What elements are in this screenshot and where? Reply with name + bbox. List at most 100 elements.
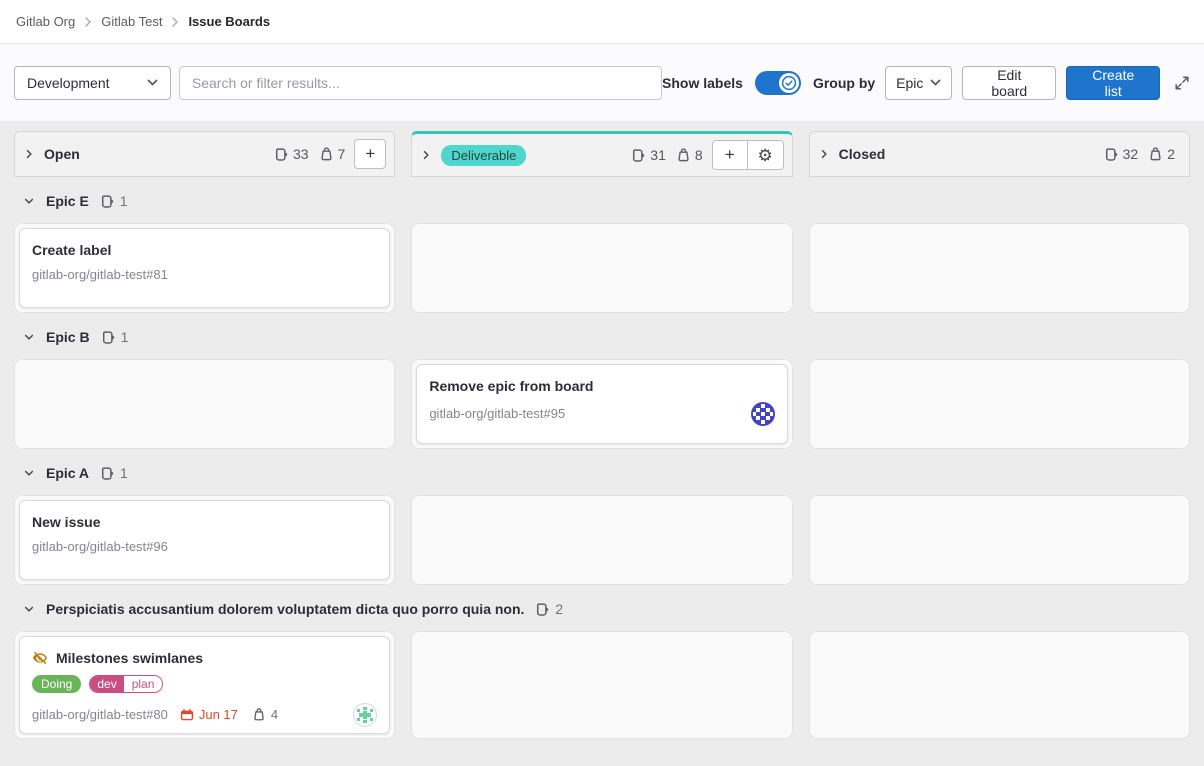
chevron-down-icon bbox=[147, 79, 158, 86]
swimlane-title: Epic A bbox=[46, 465, 89, 481]
swimlane-header: Epic B 1 bbox=[14, 313, 1190, 359]
issue-title: Remove epic from board bbox=[429, 376, 774, 396]
add-issue-button[interactable]: + bbox=[712, 140, 748, 170]
board-cell-empty bbox=[411, 495, 792, 585]
count-value: 2 bbox=[555, 601, 563, 617]
issue-footer: gitlab-org/gitlab-test#96 bbox=[32, 538, 377, 556]
column-counts: 31 8 bbox=[631, 147, 702, 163]
scoped-label-key: dev bbox=[90, 676, 123, 692]
swimlane-epic-a: Epic A 1 New issue gitlab-org/gitlab-tes… bbox=[14, 449, 1190, 585]
weight-icon bbox=[252, 708, 266, 722]
issue-footer: gitlab-org/gitlab-test#95 bbox=[429, 402, 774, 426]
board-cell: Create label gitlab-org/gitlab-test#81 bbox=[14, 223, 395, 313]
weight-value: 4 bbox=[271, 706, 278, 724]
list-settings-button[interactable]: ⚙ bbox=[748, 140, 784, 170]
board-select[interactable]: Development bbox=[14, 66, 171, 100]
breadcrumb: Gitlab Org Gitlab Test Issue Boards bbox=[0, 0, 1204, 44]
breadcrumb-item-gitlab-test[interactable]: Gitlab Test bbox=[101, 14, 162, 29]
swimlane-epic-e: Epic E 1 Create label gitlab-org/gitlab-… bbox=[14, 177, 1190, 313]
issue-title: Milestones swimlanes bbox=[56, 648, 203, 668]
column-counts: 33 7 bbox=[274, 146, 345, 162]
board-cell: New issue gitlab-org/gitlab-test#96 bbox=[14, 495, 395, 585]
count-value: 1 bbox=[120, 193, 128, 209]
search-input[interactable] bbox=[179, 66, 662, 100]
create-list-button[interactable]: Create list bbox=[1066, 66, 1160, 100]
swimlane-issue-count: 1 bbox=[100, 193, 128, 209]
issue-card[interactable]: New issue gitlab-org/gitlab-test#96 bbox=[19, 500, 390, 580]
issue-title: Create label bbox=[32, 240, 377, 260]
issue-title: New issue bbox=[32, 512, 377, 532]
board-cell-empty bbox=[809, 495, 1190, 585]
list-actions: + ⚙ bbox=[712, 140, 784, 170]
swimlane-row: Create label gitlab-org/gitlab-test#81 bbox=[14, 223, 1190, 313]
issue-card[interactable]: Milestones swimlanes Doing dev plan gitl… bbox=[19, 636, 390, 734]
edit-board-button[interactable]: Edit board bbox=[962, 66, 1056, 100]
assignee-avatar bbox=[751, 402, 775, 426]
issue-reference: gitlab-org/gitlab-test#80 bbox=[32, 706, 168, 724]
swimlane-header: Epic E 1 bbox=[14, 177, 1190, 223]
chevron-right-icon[interactable] bbox=[420, 148, 432, 162]
chevron-right-icon bbox=[171, 17, 179, 27]
gear-icon: ⚙ bbox=[758, 147, 773, 164]
issues-icon bbox=[1104, 147, 1119, 162]
calendar-overdue-icon bbox=[180, 708, 194, 722]
board-cell-empty bbox=[411, 223, 792, 313]
swimlane-epic-b: Epic B 1 Remove epic from board gitlab-o… bbox=[14, 313, 1190, 449]
issue-board: Open 33 7 + Deliverable bbox=[0, 121, 1204, 766]
board-cell-empty bbox=[809, 631, 1190, 739]
assignee-avatar bbox=[353, 703, 377, 727]
due-date: Jun 17 bbox=[180, 706, 238, 724]
swimlane-title: Epic B bbox=[46, 329, 90, 345]
chevron-down-icon[interactable] bbox=[22, 467, 36, 479]
chevron-down-icon[interactable] bbox=[22, 195, 36, 207]
issue-weight: 4 bbox=[252, 706, 278, 724]
issue-reference: gitlab-org/gitlab-test#81 bbox=[32, 266, 168, 284]
chevron-right-icon[interactable] bbox=[23, 147, 35, 161]
weight-count: 7 bbox=[338, 146, 346, 162]
weight-count: 2 bbox=[1167, 146, 1175, 162]
issue-card[interactable]: Remove epic from board gitlab-org/gitlab… bbox=[416, 364, 787, 444]
column-header-closed: Closed 32 2 bbox=[809, 131, 1190, 177]
board-cell: Remove epic from board gitlab-org/gitlab… bbox=[411, 359, 792, 449]
column-title: Open bbox=[44, 146, 80, 162]
issue-reference: gitlab-org/gitlab-test#95 bbox=[429, 405, 565, 423]
issue-card[interactable]: Create label gitlab-org/gitlab-test#81 bbox=[19, 228, 390, 308]
board-select-value: Development bbox=[27, 75, 110, 91]
add-issue-button[interactable]: + bbox=[354, 139, 386, 169]
board-cell-empty bbox=[411, 631, 792, 739]
group-by-label: Group by bbox=[813, 75, 875, 91]
swimlane-row: Remove epic from board gitlab-org/gitlab… bbox=[14, 359, 1190, 449]
chevron-down-icon[interactable] bbox=[22, 603, 36, 615]
swimlane-issue-count: 2 bbox=[535, 601, 563, 617]
chevron-right-icon[interactable] bbox=[818, 147, 830, 161]
issue-title-row: Milestones swimlanes bbox=[32, 648, 377, 668]
issues-icon bbox=[631, 148, 646, 163]
column-header-deliverable: Deliverable 31 8 + ⚙ bbox=[411, 131, 792, 177]
swimlane-row: Milestones swimlanes Doing dev plan gitl… bbox=[14, 631, 1190, 739]
issue-count: 32 bbox=[1123, 146, 1139, 162]
board-toolbar: Development Show labels Group by Epic Ed… bbox=[0, 44, 1204, 121]
issue-count: 31 bbox=[650, 147, 666, 163]
weight-icon bbox=[676, 148, 691, 163]
issue-reference: gitlab-org/gitlab-test#96 bbox=[32, 538, 168, 556]
maximize-icon[interactable] bbox=[1174, 75, 1190, 91]
show-labels-toggle[interactable] bbox=[755, 71, 801, 95]
swimlane-title: Epic E bbox=[46, 193, 89, 209]
scoped-label-value: plan bbox=[124, 676, 163, 692]
weight-icon bbox=[1148, 147, 1163, 162]
show-labels-label: Show labels bbox=[662, 75, 743, 91]
chevron-down-icon[interactable] bbox=[22, 331, 36, 343]
count-value: 1 bbox=[121, 329, 129, 345]
breadcrumb-current-page: Issue Boards bbox=[188, 14, 270, 29]
board-cell-empty bbox=[809, 223, 1190, 313]
issue-count: 33 bbox=[293, 146, 309, 162]
weight-count: 8 bbox=[695, 147, 703, 163]
breadcrumb-item-gitlab-org[interactable]: Gitlab Org bbox=[16, 14, 75, 29]
board-cell-empty bbox=[14, 359, 395, 449]
chevron-down-icon bbox=[930, 79, 941, 86]
column-counts: 32 2 bbox=[1104, 146, 1181, 162]
swimlane-row: New issue gitlab-org/gitlab-test#96 bbox=[14, 495, 1190, 585]
column-title: Closed bbox=[839, 146, 886, 162]
swimlane-issue-count: 1 bbox=[100, 465, 128, 481]
group-by-select[interactable]: Epic bbox=[885, 66, 952, 100]
